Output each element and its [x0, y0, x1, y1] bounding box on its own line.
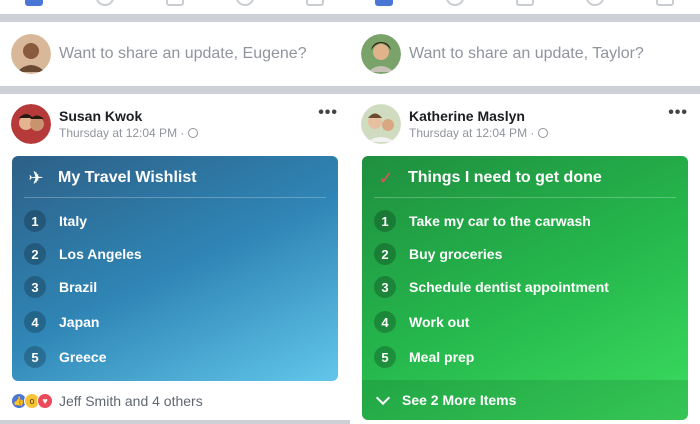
- avatar[interactable]: [361, 104, 401, 144]
- friends-icon[interactable]: [96, 0, 114, 6]
- post-timestamp: Thursday at 12:04 PM ·: [409, 126, 535, 140]
- list-item-number: 3: [374, 276, 396, 298]
- globe-icon: [188, 128, 199, 138]
- list-item-text: Japan: [59, 314, 100, 330]
- list-item-text: Take my car to the carwash: [409, 213, 591, 229]
- menu-icon[interactable]: [306, 0, 324, 6]
- list-divider: [24, 197, 326, 198]
- list-item-text: Buy groceries: [409, 246, 503, 262]
- composer-input[interactable]: Want to share an update, Eugene?: [59, 45, 307, 63]
- list-item: 4 Work out: [374, 310, 469, 334]
- airplane-icon: ✈: [28, 167, 44, 188]
- list-item-text: Meal prep: [409, 349, 475, 365]
- post-header: Susan Kwok Thursday at 12:04 PM · •••: [0, 104, 350, 148]
- list-item-text: Greece: [59, 349, 107, 365]
- list-item-number: 1: [24, 210, 46, 232]
- list-card: ✓ Things I need to get done 1 Take my ca…: [362, 156, 688, 420]
- post-meta: Thursday at 12:04 PM ·: [59, 126, 199, 140]
- post-timestamp: Thursday at 12:04 PM ·: [59, 126, 185, 140]
- list-item: 2 Buy groceries: [374, 242, 502, 266]
- composer[interactable]: Want to share an update, Taylor?: [350, 24, 700, 84]
- list-item: 5 Greece: [24, 345, 106, 369]
- more-options-icon[interactable]: •••: [668, 104, 688, 122]
- list-item-number: 1: [374, 210, 396, 232]
- section-divider: [0, 420, 350, 424]
- list-item-number: 4: [24, 311, 46, 333]
- list-item: 1 Take my car to the carwash: [374, 209, 591, 233]
- list-item: 1 Italy: [24, 209, 87, 233]
- section-divider: [0, 14, 350, 22]
- checkmark-icon: ✓: [378, 167, 394, 188]
- list-item-number: 2: [24, 243, 46, 265]
- list-item-text: Italy: [59, 213, 88, 229]
- left-screen: Want to share an update, Eugene? Susan K…: [0, 0, 350, 424]
- section-divider: [350, 86, 700, 94]
- list-card: ✈ My Travel Wishlist 1 Italy 2 Los Angel…: [12, 156, 338, 381]
- right-screen: Want to share an update, Taylor? Katheri…: [350, 0, 700, 424]
- post-header: Katherine Maslyn Thursday at 12:04 PM · …: [350, 104, 700, 148]
- list-item: 2 Los Angeles: [24, 242, 142, 266]
- list-item-number: 2: [374, 243, 396, 265]
- list-item-text: Schedule dentist appointment: [409, 279, 609, 295]
- list-item-text: Los Angeles: [59, 246, 142, 262]
- menu-icon[interactable]: [656, 0, 674, 6]
- more-options-icon[interactable]: •••: [318, 104, 338, 122]
- top-nav-bar: [350, 0, 700, 14]
- reactions-summary[interactable]: Jeff Smith and 4 others: [59, 393, 203, 409]
- list-divider: [374, 197, 676, 198]
- friends-icon[interactable]: [446, 0, 464, 6]
- see-more-button[interactable]: See 2 More Items: [362, 380, 688, 420]
- notifications-icon[interactable]: [236, 0, 254, 6]
- globe-icon: [538, 128, 549, 138]
- list-title: ✓ Things I need to get done: [376, 166, 602, 190]
- home-icon[interactable]: [375, 0, 393, 6]
- chevron-down-icon: [375, 390, 391, 405]
- notifications-icon[interactable]: [586, 0, 604, 6]
- post-meta: Thursday at 12:04 PM ·: [409, 126, 549, 140]
- list-item-number: 5: [374, 346, 396, 368]
- list-item: 3 Schedule dentist appointment: [374, 275, 609, 299]
- avatar: [11, 34, 51, 74]
- top-nav-bar: [0, 0, 350, 14]
- see-more-label: See 2 More Items: [402, 392, 517, 408]
- marketplace-icon[interactable]: [516, 0, 534, 6]
- reactions-bar[interactable]: 👍 o ♥ Jeff Smith and 4 others: [11, 393, 203, 409]
- list-title: ✈ My Travel Wishlist: [26, 166, 197, 190]
- avatar: [361, 34, 401, 74]
- list-item: 3 Brazil: [24, 275, 97, 299]
- list-item: 5 Meal prep: [374, 345, 474, 369]
- author-name[interactable]: Susan Kwok: [59, 108, 142, 124]
- list-item-number: 3: [24, 276, 46, 298]
- list-item-number: 4: [374, 311, 396, 333]
- section-divider: [350, 14, 700, 22]
- list-item: 4 Japan: [24, 310, 99, 334]
- home-icon[interactable]: [25, 0, 43, 6]
- list-item-number: 5: [24, 346, 46, 368]
- list-title-text: My Travel Wishlist: [58, 169, 197, 186]
- section-divider: [0, 86, 350, 94]
- marketplace-icon[interactable]: [166, 0, 184, 6]
- composer[interactable]: Want to share an update, Eugene?: [0, 24, 350, 84]
- author-name[interactable]: Katherine Maslyn: [409, 108, 525, 124]
- list-item-text: Work out: [409, 314, 470, 330]
- avatar[interactable]: [11, 104, 51, 144]
- love-reaction-icon: ♥: [37, 393, 53, 409]
- list-item-text: Brazil: [59, 279, 98, 295]
- list-title-text: Things I need to get done: [408, 169, 602, 186]
- composer-input[interactable]: Want to share an update, Taylor?: [409, 45, 644, 63]
